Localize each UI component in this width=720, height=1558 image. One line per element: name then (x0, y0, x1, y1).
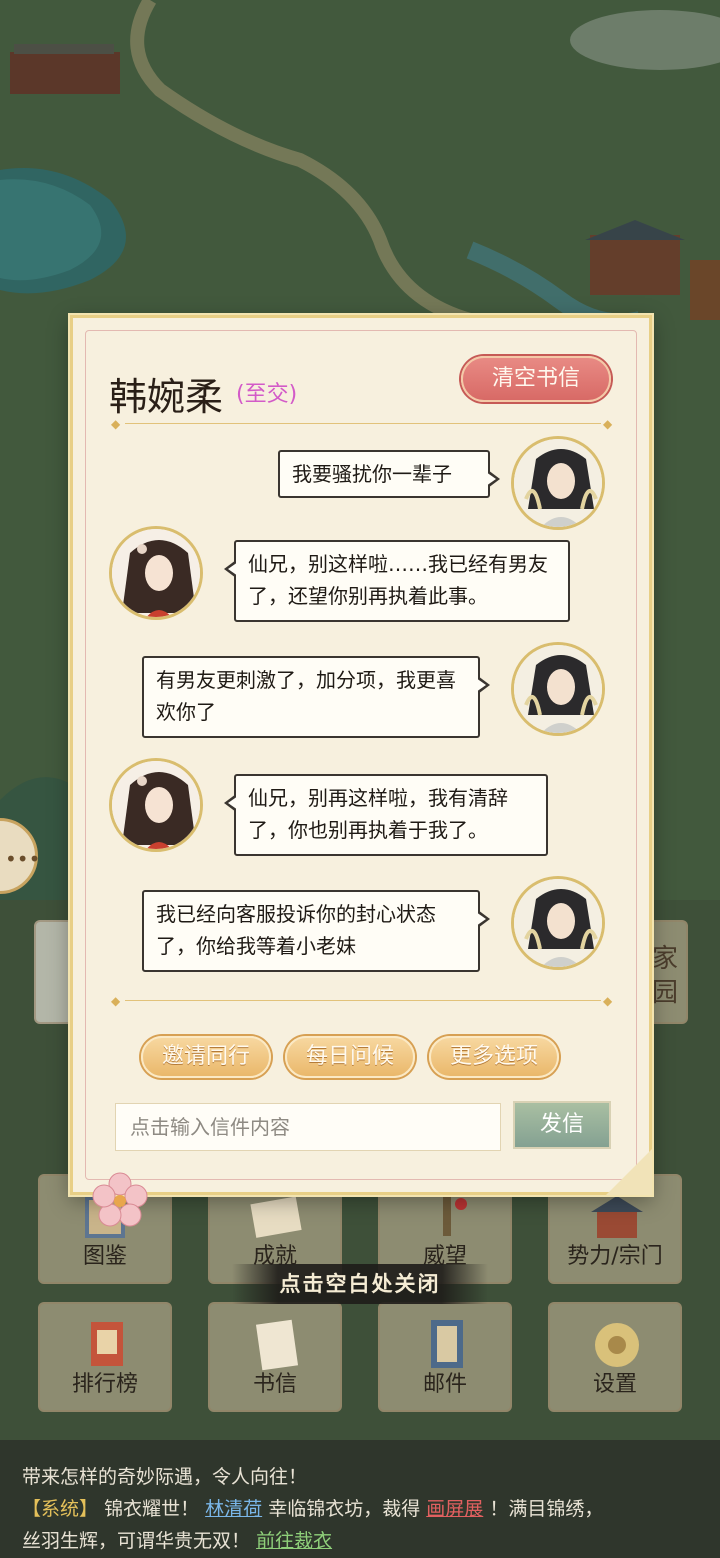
message-text: 我要骚扰你一辈子 (292, 462, 452, 486)
player-avatar[interactable] (511, 642, 605, 736)
menu-tile-ranking[interactable]: 排行榜 (38, 1302, 172, 1412)
feed-line: 带来怎样的奇妙际遇，令人向往！ (22, 1466, 308, 1488)
contact-avatar[interactable] (109, 526, 203, 620)
menu-label-mail: 邮件 (422, 1372, 467, 1397)
more-options-button[interactable]: 更多选项 (429, 1036, 559, 1078)
message-text: 仙兄，别再这样啦，我有清辞了，你也别再执着于我了。 (248, 786, 508, 842)
divider-bottom: ◆ ◆ (111, 995, 615, 1007)
message-bubble-received: 仙兄，别这样啦……我已经有男友了，还望你别再执着此事。 (224, 540, 570, 622)
message-text: 我已经向客服投诉你的封心状态了，你给我等着小老妹 (156, 902, 436, 958)
diamond-ornament-icon: ◆ (111, 994, 121, 1008)
brush-icon (443, 1192, 467, 1236)
send-letter-button[interactable]: 发信 (513, 1101, 611, 1149)
settings-icon (595, 1323, 639, 1367)
player-avatar[interactable] (511, 876, 605, 970)
feed-line: 丝羽生辉，可谓华贵无双！ 前往裁衣 (22, 1526, 702, 1553)
menu-label-faction: 势力/宗门 (567, 1244, 663, 1269)
go-tailor-link[interactable]: 前往裁衣 (256, 1530, 332, 1552)
relationship-label: (至交) (236, 382, 298, 407)
menu-label-codex: 图鉴 (82, 1244, 127, 1269)
menu-tile-settings[interactable]: 设置 (548, 1302, 682, 1412)
message-text: 有男友更刺激了，加分项，我更喜欢你了 (156, 668, 456, 724)
plum-blossom-icon (92, 1172, 148, 1227)
daily-greeting-button[interactable]: 每日问候 (285, 1036, 415, 1078)
letter-icon (255, 1319, 299, 1371)
message-text: 仙兄，别这样啦……我已经有男友了，还望你别再执着此事。 (248, 552, 548, 608)
system-tag: 【系统】 (22, 1498, 99, 1520)
contact-avatar[interactable] (109, 758, 203, 852)
home-label: 家园 (652, 944, 679, 1008)
chat-bubble-icon: ••• (5, 847, 41, 871)
divider-top: ◆ ◆ (111, 418, 615, 430)
close-hint[interactable]: 点击空白处关闭 (232, 1264, 488, 1304)
temple-icon (591, 1196, 643, 1238)
feed-text: 锦衣耀世！ (104, 1498, 200, 1520)
menu-label-settings: 设置 (592, 1372, 637, 1397)
message-bubble-sent: 我要骚扰你一辈子 (278, 450, 500, 498)
menu-tile-mail[interactable]: 邮件 (378, 1302, 512, 1412)
player-avatar[interactable] (511, 436, 605, 530)
menu-tile-letters[interactable]: 书信 (208, 1302, 342, 1412)
letter-content-input[interactable] (115, 1103, 501, 1151)
menu-label-ranking: 排行榜 (71, 1372, 138, 1397)
ranking-banner-icon (91, 1322, 123, 1366)
mail-icon (431, 1320, 463, 1368)
diamond-ornament-icon: ◆ (603, 994, 613, 1008)
feed-line-system: 【系统】 锦衣耀世！ 林清荷 幸临锦衣坊，裁得 画屏展 ！满目锦绣， (22, 1494, 702, 1521)
message-bubble-sent: 我已经向客服投诉你的封心状态了，你给我等着小老妹 (142, 890, 490, 972)
item-link[interactable]: 画屏展 (426, 1498, 483, 1520)
menu-label-letters: 书信 (252, 1372, 297, 1397)
clear-letters-button[interactable]: 清空书信 (461, 356, 611, 402)
message-bubble-sent: 有男友更刺激了，加分项，我更喜欢你了 (142, 656, 490, 738)
letter-dialog: 韩婉柔 (至交) 清空书信 ◆ ◆ 我要骚扰你一辈子 仙兄，别这样啦……我已经有… (70, 315, 652, 1195)
feed-text: 丝羽生辉，可谓华贵无双！ (22, 1530, 251, 1552)
invite-travel-button[interactable]: 邀请同行 (141, 1036, 271, 1078)
player-name-link[interactable]: 林清荷 (205, 1498, 262, 1520)
message-bubble-received: 仙兄，别再这样啦，我有清辞了，你也别再执着于我了。 (224, 774, 548, 856)
scroll-icon (250, 1196, 302, 1238)
feed-text: ！满目锦绣， (489, 1498, 604, 1520)
contact-name: 韩婉柔 (109, 375, 224, 419)
diamond-ornament-icon: ◆ (603, 417, 613, 431)
page-corner-decoration (606, 1149, 652, 1195)
feed-text: 幸临锦衣坊，裁得 (268, 1498, 421, 1520)
world-chat-feed[interactable]: 带来怎样的奇妙际遇，令人向往！ 【系统】 锦衣耀世！ 林清荷 幸临锦衣坊，裁得 … (0, 1440, 720, 1558)
diamond-ornament-icon: ◆ (111, 417, 121, 431)
